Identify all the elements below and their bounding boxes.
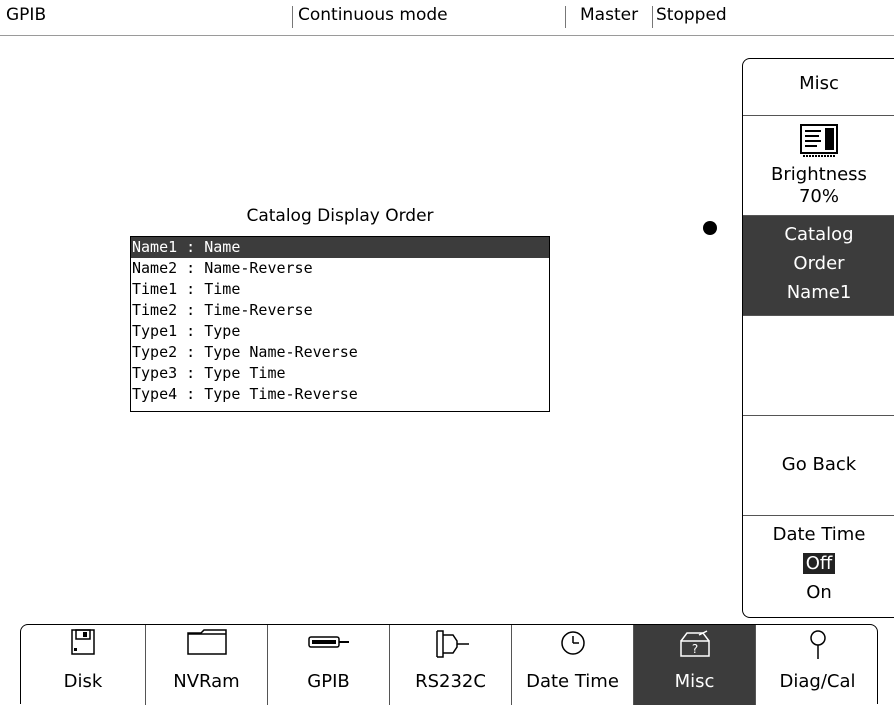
menu-tab-misc[interactable]: ? Misc (633, 625, 755, 705)
catalog-order-list[interactable]: Name1 : Name Name2 : Name-Reverse Time1 … (130, 236, 550, 412)
status-role: Master (580, 5, 639, 25)
menu-tab-nvram-label: NVRam (173, 671, 240, 692)
catalog-order-softkey[interactable]: Catalog Order Name1 (743, 215, 894, 315)
floppy-disk-icon (71, 629, 95, 655)
probe-icon (809, 630, 826, 659)
catalog-option-type3[interactable]: Type3 : Type Time (131, 363, 549, 384)
softkey-panel: Misc Brightness 70% Catalog Order Name1 … (742, 58, 894, 618)
menu-tab-disk-label: Disk (63, 671, 103, 692)
catalog-option-time1[interactable]: Time1 : Time (131, 279, 549, 300)
catalog-option-name1[interactable]: Name1 : Name (131, 237, 549, 258)
catalog-option-time2[interactable]: Time2 : Time-Reverse (131, 300, 549, 321)
brightness-label: Brightness (771, 164, 867, 185)
brightness-icon (800, 124, 838, 157)
status-interface: GPIB (6, 5, 47, 25)
catalog-title: Catalog Display Order (246, 206, 434, 226)
catalog-option-type2[interactable]: Type2 : Type Name-Reverse (131, 342, 549, 363)
active-knob-indicator-icon (703, 221, 717, 235)
softkey-header-misc: Misc (743, 59, 894, 115)
serial-connector-icon (435, 630, 469, 658)
go-back-softkey[interactable]: Go Back (743, 415, 894, 515)
menu-tab-gpib-label: GPIB (307, 671, 350, 692)
catalog-order-label-line1: Catalog (784, 224, 854, 245)
menu-tab-diag-cal[interactable]: Diag/Cal (755, 625, 879, 705)
menu-tab-rs232c-label: RS232C (415, 671, 486, 692)
status-divider (292, 6, 293, 28)
menu-tab-rs232c[interactable]: RS232C (389, 625, 511, 705)
brightness-softkey[interactable]: Brightness 70% (743, 115, 894, 215)
menu-tab-diag-cal-label: Diag/Cal (779, 671, 856, 692)
gpib-connector-icon (307, 636, 349, 648)
menu-tab-nvram[interactable]: NVRam (145, 625, 267, 705)
status-divider (565, 6, 566, 28)
menu-tab-date-time-label: Date Time (526, 671, 619, 692)
date-time-on-option: On (806, 582, 832, 603)
menu-tab-date-time[interactable]: Date Time (511, 625, 633, 705)
catalog-option-type1[interactable]: Type1 : Type (131, 321, 549, 342)
folder-icon (186, 629, 227, 655)
status-bar: GPIB Continuous mode Master Stopped (0, 0, 894, 36)
softkey-header-label: Misc (799, 73, 839, 94)
clock-icon (560, 631, 585, 655)
catalog-option-type4[interactable]: Type4 : Type Time-Reverse (131, 384, 549, 405)
menu-tab-disk[interactable]: Disk (21, 625, 145, 705)
catalog-order-label-line2: Order (793, 253, 845, 274)
go-back-label: Go Back (781, 454, 857, 475)
bottom-menu: Disk NVRam GPIB RS232C Date Time ? Misc … (20, 624, 879, 705)
status-divider (652, 6, 653, 28)
date-time-off-option: Off (802, 553, 836, 574)
date-time-softkey[interactable]: Date Time Off On (743, 515, 894, 619)
date-time-label: Date Time (772, 524, 866, 545)
menu-tab-gpib[interactable]: GPIB (267, 625, 389, 705)
empty-softkey[interactable] (743, 315, 894, 415)
menu-tab-misc-label: Misc (674, 671, 715, 692)
catalog-option-name2[interactable]: Name2 : Name-Reverse (131, 258, 549, 279)
brightness-value: 70% (798, 186, 839, 207)
catalog-order-value: Name1 (786, 282, 852, 303)
svg-text:?: ? (691, 642, 697, 656)
misc-toolbox-icon: ? (679, 630, 710, 657)
status-state: Stopped (656, 5, 727, 25)
status-mode: Continuous mode (298, 5, 448, 25)
